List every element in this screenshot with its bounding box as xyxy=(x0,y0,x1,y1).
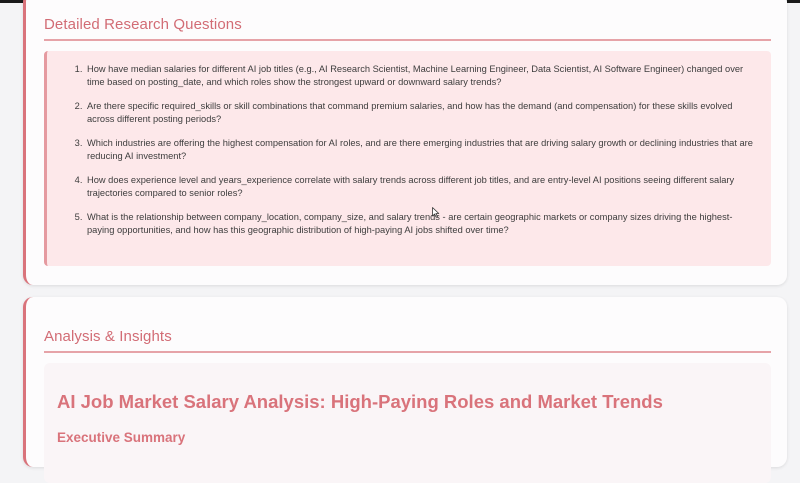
research-questions-title: Detailed Research Questions xyxy=(44,16,242,33)
list-item: How does experience level and years_expe… xyxy=(85,174,753,200)
research-questions-card: Detailed Research Questions How have med… xyxy=(23,0,787,285)
section-divider xyxy=(44,351,771,353)
analysis-insights-title: Analysis & Insights xyxy=(44,328,172,345)
analysis-insights-card: Analysis & Insights AI Job Market Salary… xyxy=(23,297,787,483)
research-questions-list: How have median salaries for different A… xyxy=(55,63,753,237)
list-item: Which industries are offering the highes… xyxy=(85,137,753,163)
list-item: Are there specific required_skills or sk… xyxy=(85,100,753,126)
research-questions-box: How have median salaries for different A… xyxy=(44,51,771,266)
report-content: AI Job Market Salary Analysis: High-Payi… xyxy=(44,363,771,483)
section-divider xyxy=(44,39,771,41)
mouse-pointer-icon xyxy=(432,207,440,218)
report-title: AI Job Market Salary Analysis: High-Payi… xyxy=(57,391,663,412)
list-item: How have median salaries for different A… xyxy=(85,63,753,89)
list-item: What is the relationship between company… xyxy=(85,211,753,237)
report-subtitle: Executive Summary xyxy=(57,430,186,445)
